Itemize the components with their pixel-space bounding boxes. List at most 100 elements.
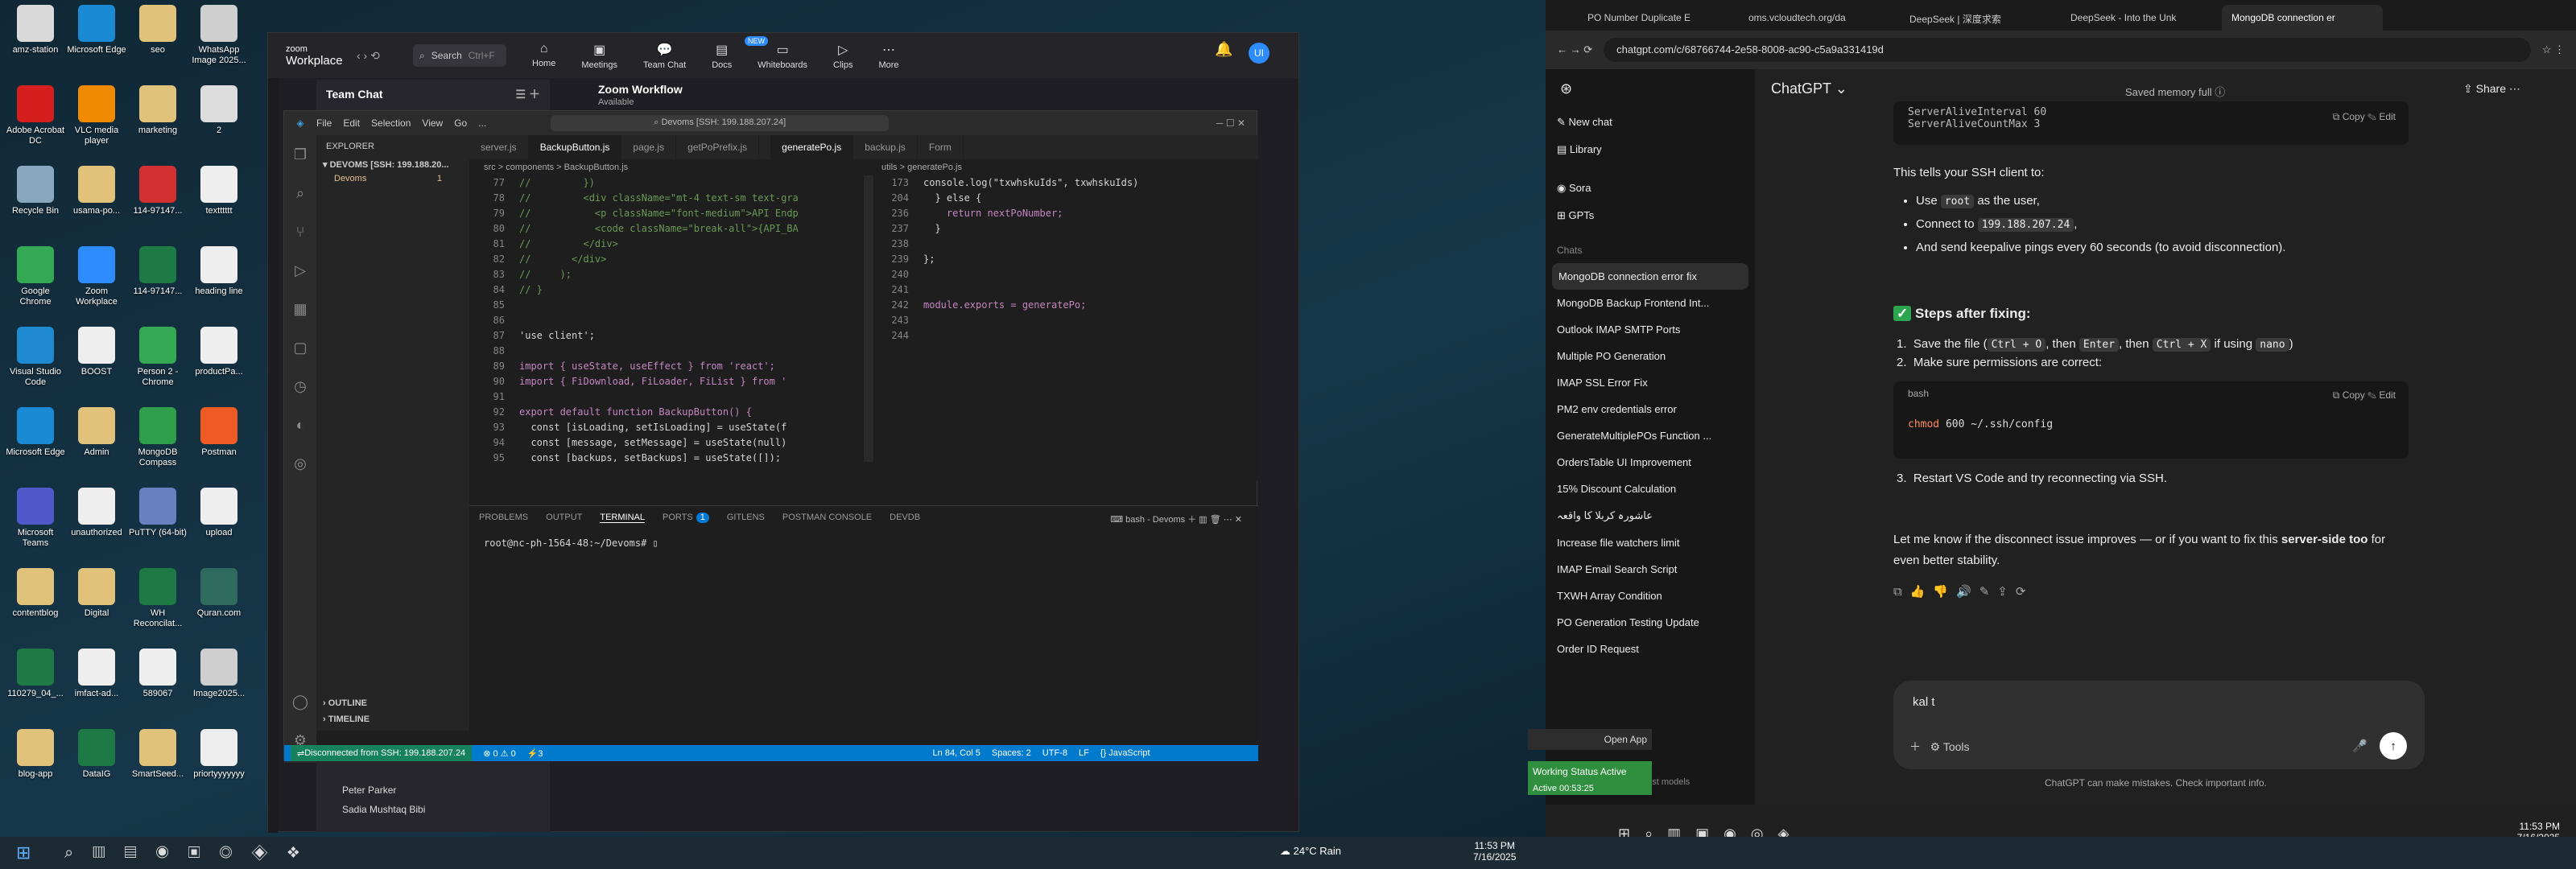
- command-center[interactable]: ⌕ Devoms [SSH: 199.188.207.24]: [551, 115, 890, 131]
- timeline-icon[interactable]: ◷: [284, 367, 316, 406]
- address-bar[interactable]: chatgpt.com/c/68766744-2e58-8008-ac90-c5…: [1604, 38, 2531, 62]
- browser-tab[interactable]: DeepSeek - Into the Unk: [2061, 5, 2222, 31]
- gitlens-icon[interactable]: ◐: [284, 406, 316, 444]
- editor-tab[interactable]: BackupButton.js: [528, 135, 622, 159]
- desktop-icon[interactable]: Zoom Workplace: [66, 246, 127, 323]
- language-mode[interactable]: {} JavaScript: [1100, 748, 1150, 758]
- desktop-icon[interactable]: upload: [188, 488, 250, 565]
- desktop-icon[interactable]: Digital: [66, 568, 127, 645]
- desktop-icon[interactable]: 2: [188, 85, 250, 163]
- terminal[interactable]: root@nc-ph-1564-48:~/Devoms# ▯: [469, 529, 1258, 558]
- desktop-icon[interactable]: productPa...: [188, 327, 250, 404]
- desktop-icon[interactable]: textttttt: [188, 166, 250, 243]
- timeline-section[interactable]: › TIMELINE: [323, 715, 369, 724]
- remote-status[interactable]: ⇌ Disconnected from SSH: 199.188.207.24: [291, 745, 473, 761]
- desktop-icon[interactable]: Admin: [66, 407, 127, 484]
- filter-icon[interactable]: ☰ ＋: [516, 86, 540, 102]
- openai-logo-icon[interactable]: ⊛: [1546, 69, 1755, 109]
- chat-history-item[interactable]: OrdersTable UI Improvement: [1546, 449, 1755, 476]
- desktop-icon[interactable]: 589067: [127, 649, 188, 726]
- clock[interactable]: 11:53 PM 7/16/2025: [1473, 840, 1516, 863]
- gpts-button[interactable]: ⊞ GPTs: [1546, 202, 1755, 229]
- start-icon[interactable]: ⊞: [16, 842, 40, 863]
- sora-button[interactable]: ◉ Sora: [1546, 175, 1755, 202]
- send-button[interactable]: ↑: [2380, 732, 2407, 760]
- cursor-position[interactable]: Ln 84, Col 5: [933, 748, 980, 758]
- copy-button[interactable]: ⧉ Copy ✎ Edit: [2333, 111, 2396, 123]
- desktop-icon[interactable]: 114-97147...: [127, 166, 188, 243]
- mic-icon[interactable]: 🎤: [2352, 739, 2368, 753]
- code-editor-right[interactable]: 173 console.log("txwhskuIds", txwhskuIds)…: [873, 175, 1252, 462]
- chat-history-item[interactable]: MongoDB connection error fix: [1552, 263, 1748, 290]
- outline-section[interactable]: › OUTLINE: [323, 698, 367, 708]
- line-ending[interactable]: LF: [1079, 748, 1089, 758]
- chat-history-item[interactable]: Order ID Request: [1546, 636, 1755, 662]
- account-icon[interactable]: ◯: [284, 682, 316, 721]
- desktop-icon[interactable]: Adobe Acrobat DC: [5, 85, 66, 163]
- panel-tab[interactable]: OUTPUT: [546, 513, 582, 523]
- taskbar-apps[interactable]: ⌕▥▤◉▣◎◈❖: [64, 844, 319, 863]
- panel-tab[interactable]: DEVDB: [890, 513, 920, 523]
- indentation[interactable]: Spaces: 2: [992, 748, 1031, 758]
- explorer-icon[interactable]: ❐: [284, 135, 316, 174]
- zoom-tab-docs[interactable]: ▤ Docs: [699, 42, 745, 70]
- workspace-row[interactable]: ▾ DEVOMS [SSH: 199.188.20...: [316, 158, 469, 171]
- search-icon[interactable]: ⌕: [284, 174, 316, 212]
- chat-history-item[interactable]: TXWH Array Condition: [1546, 583, 1755, 609]
- open-app-button[interactable]: Open App: [1528, 729, 1652, 750]
- terminal-selector[interactable]: ⌨ bash - Devoms ＋ ▥ 🗑 ⋯ ✕: [1110, 513, 1242, 525]
- folder-row[interactable]: Devoms 1: [316, 171, 469, 186]
- browser-tab[interactable]: oms.vcloudtech.org/da: [1739, 5, 1900, 31]
- desktop-icon[interactable]: usama-po...: [66, 166, 127, 243]
- chat-history-item[interactable]: IMAP Email Search Script: [1546, 556, 1755, 583]
- database-icon[interactable]: ◎: [284, 444, 316, 483]
- desktop-icon[interactable]: WhatsApp Image 2025...: [188, 5, 250, 82]
- desktop-icon[interactable]: Microsoft Edge: [66, 5, 127, 82]
- desktop-icon[interactable]: 110279_04_...: [5, 649, 66, 726]
- desktop-icon[interactable]: heading line: [188, 246, 250, 323]
- bell-icon[interactable]: 🔔: [1215, 41, 1232, 58]
- zoom-nav-arrows[interactable]: ‹ › ⟲: [357, 49, 413, 63]
- desktop-icon[interactable]: Person 2 - Chrome: [127, 327, 188, 404]
- desktop-icon[interactable]: SmartSeed...: [127, 729, 188, 806]
- desktop-icon[interactable]: Quran.com: [188, 568, 250, 645]
- desktop-icon[interactable]: MongoDB Compass: [127, 407, 188, 484]
- menu-item[interactable]: Go: [454, 117, 467, 129]
- breadcrumb[interactable]: src > components > BackupButton.js: [469, 163, 872, 172]
- panel-tab[interactable]: POSTMAN CONSOLE: [782, 513, 872, 523]
- back-icon[interactable]: ← → ⟳: [1557, 43, 1592, 56]
- chat-history-item[interactable]: Increase file watchers limit: [1546, 529, 1755, 556]
- desktop-icon[interactable]: WH Reconcilat...: [127, 568, 188, 645]
- prompt-input[interactable]: kal t: [1913, 695, 1935, 709]
- problems-status[interactable]: ⊗ 0 ⚠ 0: [483, 748, 516, 759]
- desktop-icon[interactable]: marketing: [127, 85, 188, 163]
- menu-item[interactable]: File: [316, 117, 332, 129]
- zoom-search[interactable]: ⌕ Search Ctrl+F: [413, 44, 506, 67]
- desktop-icon[interactable]: Microsoft Edge: [5, 407, 66, 484]
- new-chat-button[interactable]: ✎ New chat: [1546, 109, 1755, 136]
- message-actions[interactable]: ⧉👍👎🔊✎⇪⟳: [1893, 584, 2033, 599]
- desktop-icon[interactable]: priortyyyyyyy: [188, 729, 250, 806]
- chat-history-item[interactable]: Outlook IMAP SMTP Ports: [1546, 316, 1755, 343]
- desktop-icon[interactable]: Recycle Bin: [5, 166, 66, 243]
- desktop-icon[interactable]: 114-97147...: [127, 246, 188, 323]
- copy-button[interactable]: ⧉ Copy ✎ Edit: [2333, 389, 2396, 402]
- desktop-icon[interactable]: PuTTY (64-bit): [127, 488, 188, 565]
- desktop-icon[interactable]: contentblog: [5, 568, 66, 645]
- memory-status[interactable]: Saved memory full ⓘ: [2125, 84, 2225, 99]
- desktop-icon[interactable]: Google Chrome: [5, 246, 66, 323]
- chat-history-item[interactable]: Multiple PO Generation: [1546, 343, 1755, 369]
- chat-history-item[interactable]: عاشورہ کربلا کا واقعہ: [1546, 502, 1755, 529]
- desktop-icon[interactable]: DataIG: [66, 729, 127, 806]
- chat-history-item[interactable]: 15% Discount Calculation: [1546, 476, 1755, 502]
- browser-tab[interactable]: MongoDB connection er: [2222, 5, 2383, 31]
- encoding[interactable]: UTF-8: [1042, 748, 1067, 758]
- contact-item[interactable]: Peter Parker: [342, 785, 425, 796]
- desktop-icon[interactable]: Postman: [188, 407, 250, 484]
- source-control-icon[interactable]: ⑂: [284, 212, 316, 251]
- browser-tab[interactable]: DeepSeek | 深度求索: [1900, 5, 2061, 31]
- code-editor-left[interactable]: 77 // }) 78 // <div className="mt-4 text-sm…: [469, 175, 864, 462]
- menu-item[interactable]: View: [422, 117, 443, 129]
- desktop-icon[interactable]: VLC media player: [66, 85, 127, 163]
- remote-explorer-icon[interactable]: ▢: [284, 328, 316, 367]
